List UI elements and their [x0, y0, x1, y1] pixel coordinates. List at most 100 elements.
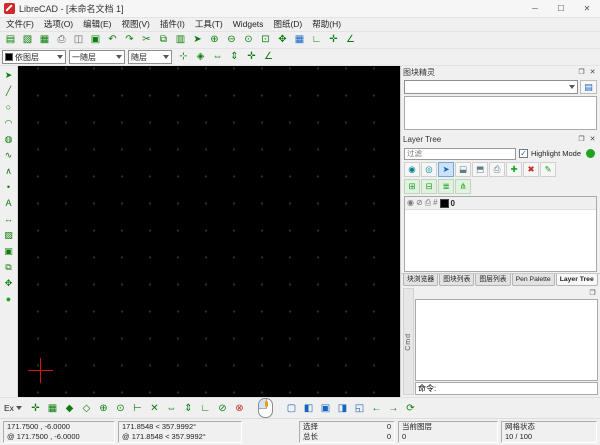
zoom-auto-icon[interactable]: ⊙: [240, 32, 257, 48]
point-tool-icon[interactable]: •: [1, 179, 17, 195]
lock-relative-zero-icon[interactable]: ◈: [192, 49, 209, 65]
edit-layer-icon[interactable]: ✎: [540, 162, 556, 177]
dimension-tool-icon[interactable]: ↔: [1, 211, 17, 227]
minimize-button[interactable]: ─: [522, 0, 548, 17]
menu-view[interactable]: 视图(V): [116, 18, 154, 31]
layer-print-icon[interactable]: ⎙: [425, 198, 431, 208]
lock-all-layers-icon[interactable]: ⬓: [455, 162, 471, 177]
menu-edit[interactable]: 编辑(E): [78, 18, 116, 31]
zoom-out-icon[interactable]: ⊖: [223, 32, 240, 48]
drawing-canvas[interactable]: [18, 66, 400, 397]
pointer-tool-icon[interactable]: ➤: [1, 67, 17, 83]
snap-grid-icon[interactable]: ▦: [44, 400, 61, 417]
command-input[interactable]: [415, 382, 598, 395]
menu-tools[interactable]: 工具(T): [190, 18, 228, 31]
fullscreen-view-icon[interactable]: ◱: [351, 400, 368, 417]
tab-layer-tree[interactable]: Layer Tree: [556, 274, 598, 286]
float-dock-icon[interactable]: ❐: [587, 288, 598, 299]
close-dock-icon[interactable]: ✕: [587, 67, 598, 78]
hatch-tool-icon[interactable]: ▨: [1, 227, 17, 243]
print-layers-icon[interactable]: ⎙: [489, 162, 505, 177]
command-history[interactable]: [415, 299, 598, 381]
print-preview-view-icon[interactable]: ◧: [300, 400, 317, 417]
restrict-vertical-icon[interactable]: ⇕: [180, 400, 197, 417]
line-tool-icon[interactable]: ╱: [1, 83, 17, 99]
lock-relative-zero-icon[interactable]: ⊘: [214, 400, 231, 417]
restrict-vertical-icon[interactable]: ⇕: [226, 49, 243, 65]
snap-endpoint-icon[interactable]: ◆: [61, 400, 78, 417]
split-view-icon[interactable]: ◨: [334, 400, 351, 417]
menu-widgets[interactable]: Widgets: [228, 18, 269, 31]
highlight-color-button[interactable]: [584, 147, 597, 160]
layer-pointer-icon[interactable]: ➤: [438, 162, 454, 177]
snap-center-icon[interactable]: ⊕: [95, 400, 112, 417]
pen-width-combo[interactable]: 一随层: [69, 50, 125, 64]
close-button[interactable]: ✕: [574, 0, 600, 17]
window-view-icon[interactable]: ▣: [317, 400, 334, 417]
menu-help[interactable]: 帮助(H): [307, 18, 346, 31]
show-all-layers-icon[interactable]: ◉: [404, 162, 420, 177]
pen-color-combo[interactable]: 依图层: [2, 50, 66, 64]
next-view-icon[interactable]: →: [385, 400, 402, 417]
zoom-in-icon[interactable]: ⊕: [206, 32, 223, 48]
chevron-down-icon[interactable]: [16, 406, 22, 410]
unlock-all-layers-icon[interactable]: ⬒: [472, 162, 488, 177]
cut-icon[interactable]: ✂: [138, 32, 155, 48]
library-browse-button[interactable]: ▤: [580, 80, 597, 94]
set-relative-zero-icon[interactable]: ⊗: [231, 400, 248, 417]
flat-list-icon[interactable]: ≣: [438, 179, 454, 194]
restrict-horizontal-icon[interactable]: ⇔: [209, 49, 226, 65]
redo-icon[interactable]: ↷: [121, 32, 138, 48]
highlight-mode-checkbox[interactable]: ✓: [519, 149, 528, 158]
layer-filter-input[interactable]: [404, 148, 516, 160]
maximize-button[interactable]: ☐: [548, 0, 574, 17]
redraw-view-icon[interactable]: ⟳: [402, 400, 419, 417]
arc-tool-icon[interactable]: ◠: [1, 115, 17, 131]
block-tool-icon[interactable]: ⧉: [1, 259, 17, 275]
ellipse-tool-icon[interactable]: ◍: [1, 131, 17, 147]
snap-middle-icon[interactable]: ⊙: [112, 400, 129, 417]
print-icon[interactable]: ⎙: [53, 32, 70, 48]
paste-icon[interactable]: ▥: [172, 32, 189, 48]
remove-layer-icon[interactable]: ✖: [523, 162, 539, 177]
layer-lock-icon[interactable]: ⊘: [416, 198, 423, 208]
snap-intersection-icon[interactable]: ✕: [146, 400, 163, 417]
text-tool-icon[interactable]: A: [1, 195, 17, 211]
tree-view-icon[interactable]: ⋔: [455, 179, 471, 194]
menu-options[interactable]: 选项(O): [39, 18, 78, 31]
ortho-icon[interactable]: ∟: [308, 32, 325, 48]
open-file-icon[interactable]: ▧: [19, 32, 36, 48]
expand-all-icon[interactable]: ⊞: [404, 179, 420, 194]
save-icon[interactable]: ▦: [36, 32, 53, 48]
grid-icon[interactable]: ▦: [291, 32, 308, 48]
layer-construction-icon[interactable]: #: [433, 198, 437, 208]
export-image-icon[interactable]: ▣: [87, 32, 104, 48]
menu-plugins[interactable]: 插件(I): [155, 18, 190, 31]
tab-pen-palette[interactable]: Pen Palette: [512, 274, 555, 286]
relative-zero-icon[interactable]: ⊹: [175, 49, 192, 65]
print-preview-icon[interactable]: ◫: [70, 32, 87, 48]
order-tool-icon[interactable]: ●: [1, 291, 17, 307]
tab-layer-list[interactable]: 图层列表: [475, 274, 510, 286]
close-dock-icon[interactable]: ✕: [587, 134, 598, 145]
library-preview-list[interactable]: [404, 96, 597, 130]
add-layer-icon[interactable]: ✚: [506, 162, 522, 177]
angle-snap-icon[interactable]: ∠: [342, 32, 359, 48]
collapse-all-icon[interactable]: ⊟: [421, 179, 437, 194]
new-file-icon[interactable]: ▤: [2, 32, 19, 48]
float-dock-icon[interactable]: ❐: [576, 67, 587, 78]
circle-tool-icon[interactable]: ○: [1, 99, 17, 115]
layer-visible-icon[interactable]: ◉: [407, 198, 414, 208]
snap-toggle-icon[interactable]: ✛: [325, 32, 342, 48]
menu-file[interactable]: 文件(F): [1, 18, 39, 31]
pointer-icon[interactable]: ➤: [189, 32, 206, 48]
snap-distance-icon[interactable]: ⊢: [129, 400, 146, 417]
library-category-combo[interactable]: [404, 80, 578, 94]
float-dock-icon[interactable]: ❐: [576, 134, 587, 145]
draft-view-icon[interactable]: ▢: [283, 400, 300, 417]
construction-mode-icon[interactable]: ∠: [260, 49, 277, 65]
layer-list[interactable]: ◉⊘⎙# 0: [404, 196, 597, 272]
restrict-horizontal-icon[interactable]: ⇔: [163, 400, 180, 417]
restrict-orthogonal-icon[interactable]: ∟: [197, 400, 214, 417]
previous-view-icon[interactable]: ←: [368, 400, 385, 417]
